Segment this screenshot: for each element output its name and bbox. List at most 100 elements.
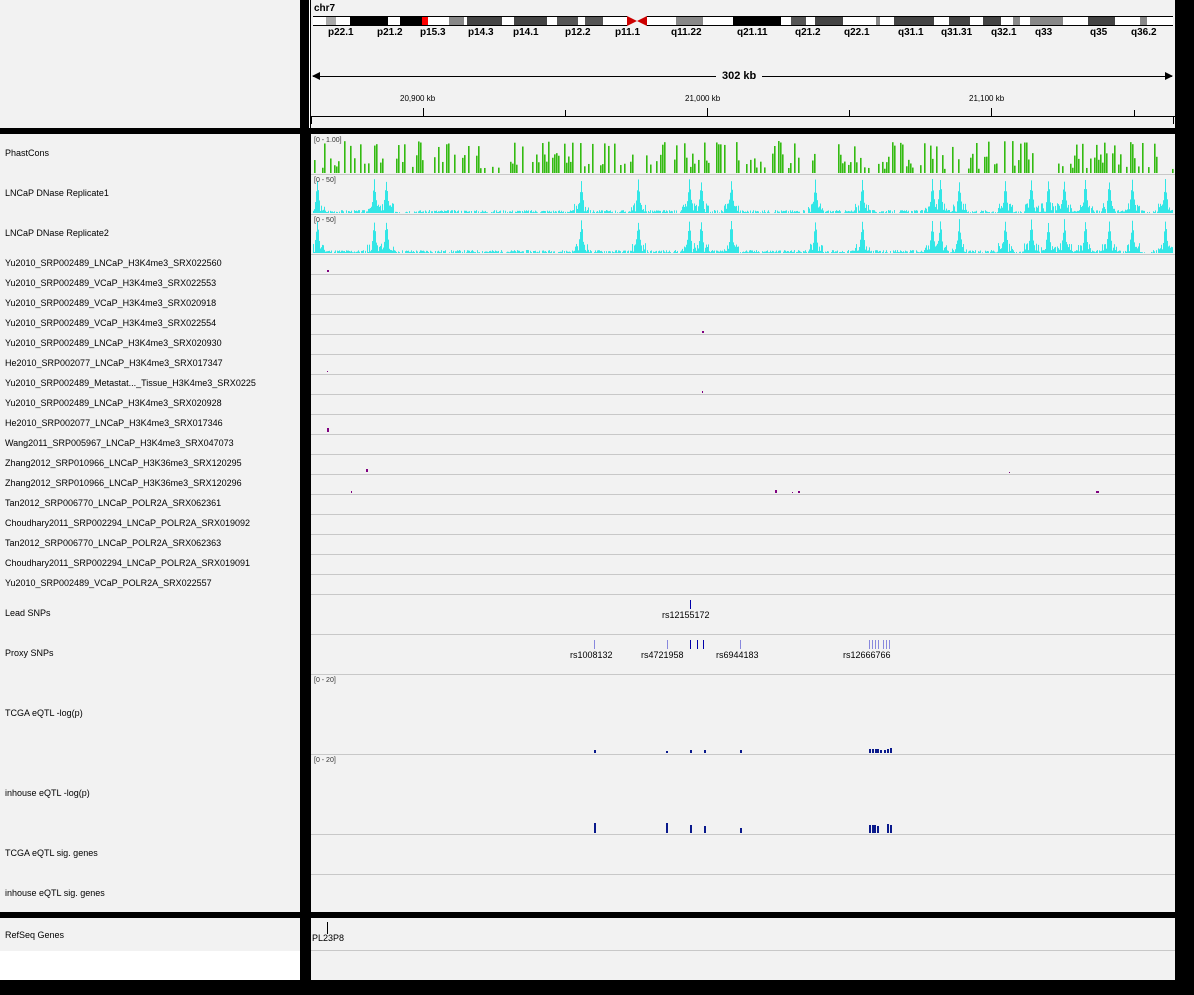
chromosome-band[interactable] — [350, 16, 388, 26]
phastcons-bar — [994, 164, 996, 173]
phastcons-bar — [580, 143, 582, 173]
track-label[interactable]: Yu2010_SRP002489_LNCaP_H3K4me3_SRX020928 — [5, 398, 222, 408]
chromosome-band[interactable] — [1147, 16, 1173, 26]
chromosome-band[interactable] — [400, 16, 422, 26]
phastcons-bar — [910, 163, 912, 173]
proxy-snp-marker[interactable] — [872, 640, 873, 649]
proxy-snp-marker[interactable] — [869, 640, 870, 649]
track-label[interactable]: LNCaP DNase Replicate1 — [5, 188, 109, 198]
chromosome-band[interactable] — [1020, 16, 1030, 26]
dnase-bar — [694, 203, 695, 213]
proxy-snp-marker[interactable] — [740, 640, 741, 649]
chromosome-band[interactable] — [676, 16, 703, 26]
dnase-bar — [602, 210, 603, 213]
track-label[interactable]: He2010_SRP002077_LNCaP_H3K4me3_SRX017347 — [5, 358, 223, 368]
chromosome-band[interactable] — [703, 16, 733, 26]
track-label[interactable]: Yu2010_SRP002489_VCaP_H3K4me3_SRX020918 — [5, 298, 216, 308]
chromosome-band[interactable] — [578, 16, 585, 26]
track-label[interactable]: Zhang2012_SRP010966_LNCaP_H3K36me3_SRX12… — [5, 478, 242, 488]
chromosome-band[interactable] — [428, 16, 449, 26]
track-label[interactable]: Yu2010_SRP002489_VCaP_POLR2A_SRX022557 — [5, 578, 212, 588]
track-label[interactable]: LNCaP DNase Replicate2 — [5, 228, 109, 238]
track-label[interactable]: Lead SNPs — [5, 608, 51, 618]
chromosome-band[interactable] — [815, 16, 843, 26]
lead-snp-marker[interactable] — [690, 600, 691, 609]
proxy-snp-marker[interactable] — [690, 640, 691, 649]
track-label[interactable]: PhastCons — [5, 148, 49, 158]
track-label[interactable]: Zhang2012_SRP010966_LNCaP_H3K36me3_SRX12… — [5, 458, 242, 468]
proxy-snp-marker[interactable] — [886, 640, 887, 649]
chromosome-band[interactable] — [880, 16, 894, 26]
track-label[interactable]: Yu2010_SRP002489_LNCaP_H3K4me3_SRX020930 — [5, 338, 222, 348]
chromosome-band[interactable] — [336, 16, 350, 26]
proxy-snp-marker[interactable] — [667, 640, 668, 649]
track-label[interactable]: inhouse eQTL -log(p) — [5, 788, 90, 798]
chromosome-band[interactable] — [647, 16, 676, 26]
proxy-snp-marker[interactable] — [878, 640, 879, 649]
track-label[interactable]: TCGA eQTL sig. genes — [5, 848, 98, 858]
chromosome-band[interactable] — [557, 16, 578, 26]
proxy-snp-marker[interactable] — [594, 640, 595, 649]
track-label[interactable]: Yu2010_SRP002489_Metastat..._Tissue_H3K4… — [5, 378, 256, 388]
chromosome-band[interactable] — [781, 16, 791, 26]
chromosome-band[interactable] — [502, 16, 514, 26]
chromosome-band[interactable] — [514, 16, 547, 26]
proxy-snp-marker[interactable] — [875, 640, 876, 649]
dnase-bar — [903, 251, 904, 253]
track-label[interactable]: Yu2010_SRP002489_LNCaP_H3K4me3_SRX022560 — [5, 258, 222, 268]
chromosome-band[interactable] — [949, 16, 970, 26]
proxy-snp-marker[interactable] — [889, 640, 890, 649]
dnase-bar — [767, 250, 768, 253]
track-label[interactable]: Yu2010_SRP002489_VCaP_H3K4me3_SRX022553 — [5, 278, 216, 288]
phastcons-track[interactable] — [311, 134, 1175, 174]
band-label: p22.1 — [328, 27, 354, 38]
track-label[interactable]: Tan2012_SRP006770_LNCaP_POLR2A_SRX062361 — [5, 498, 221, 508]
proxy-snp-marker[interactable] — [703, 640, 704, 649]
track-label[interactable]: Yu2010_SRP002489_VCaP_H3K4me3_SRX022554 — [5, 318, 216, 328]
chromosome-band[interactable] — [983, 16, 1001, 26]
chromosome-band[interactable] — [1013, 16, 1020, 26]
proxy-snp-marker[interactable] — [697, 640, 698, 649]
chromosome-band[interactable] — [934, 16, 949, 26]
chromosome-band[interactable] — [894, 16, 934, 26]
dnase-bar — [588, 249, 589, 253]
chromosome-band[interactable] — [806, 16, 815, 26]
dnase-bar — [869, 209, 870, 213]
chromosome-band[interactable] — [467, 16, 502, 26]
chromosome-band[interactable] — [449, 16, 464, 26]
track-label[interactable]: Proxy SNPs — [5, 648, 54, 658]
chromosome-band[interactable] — [1140, 16, 1147, 26]
chromosome-band[interactable] — [1088, 16, 1115, 26]
dnase-replicate2-track[interactable] — [311, 214, 1175, 254]
track-label[interactable]: inhouse eQTL sig. genes — [5, 888, 105, 898]
chromosome-band[interactable] — [1063, 16, 1088, 26]
chromosome-band[interactable] — [843, 16, 876, 26]
chromosome-band[interactable] — [326, 16, 336, 26]
track-label[interactable]: Wang2011_SRP005967_LNCaP_H3K4me3_SRX0470… — [5, 438, 234, 448]
dnase-bar — [1039, 251, 1040, 253]
chromosome-band[interactable] — [313, 16, 326, 26]
chromosome-band[interactable] — [603, 16, 627, 26]
phastcons-bar — [476, 155, 478, 173]
chromosome-band[interactable] — [1115, 16, 1140, 26]
chromosome-band[interactable] — [388, 16, 400, 26]
track-label[interactable]: Choudhary2011_SRP002294_LNCaP_POLR2A_SRX… — [5, 558, 250, 568]
phastcons-bar — [1130, 142, 1132, 173]
dnase-bar — [1137, 248, 1138, 253]
chromosome-band[interactable] — [547, 16, 557, 26]
dnase-bar — [432, 211, 433, 213]
chromosome-band[interactable] — [1030, 16, 1063, 26]
dnase-bar — [790, 210, 791, 213]
dnase-replicate1-track[interactable] — [311, 174, 1175, 214]
chromosome-band[interactable] — [791, 16, 806, 26]
chromosome-band[interactable] — [1001, 16, 1013, 26]
chromosome-band[interactable] — [970, 16, 983, 26]
track-label[interactable]: Tan2012_SRP006770_LNCaP_POLR2A_SRX062363 — [5, 538, 221, 548]
track-label[interactable]: He2010_SRP002077_LNCaP_H3K4me3_SRX017346 — [5, 418, 223, 428]
chromosome-band[interactable] — [733, 16, 781, 26]
chromosome-band[interactable] — [585, 16, 603, 26]
gene-data-panel[interactable] — [311, 918, 1175, 980]
track-label[interactable]: TCGA eQTL -log(p) — [5, 708, 83, 718]
proxy-snp-marker[interactable] — [883, 640, 884, 649]
track-label[interactable]: Choudhary2011_SRP002294_LNCaP_POLR2A_SRX… — [5, 518, 250, 528]
